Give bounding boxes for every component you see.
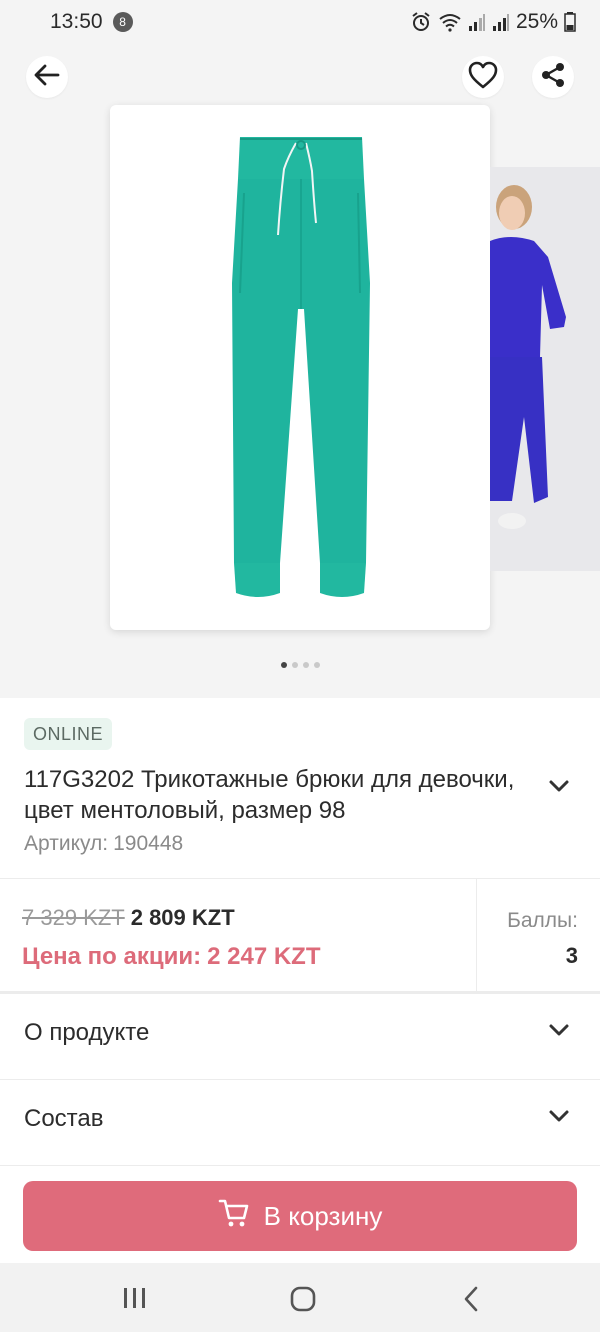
product-gallery[interactable] xyxy=(0,44,600,698)
add-to-cart-button[interactable]: В корзину xyxy=(23,1181,577,1251)
pagination-dot[interactable] xyxy=(302,662,309,668)
accordion-composition-label: Состав xyxy=(24,1105,104,1132)
heart-icon xyxy=(467,60,499,95)
add-to-cart-label: В корзину xyxy=(263,1200,383,1231)
article-value: 190448 xyxy=(113,832,184,855)
current-price: 2 809 KZT xyxy=(130,905,235,930)
wifi-icon xyxy=(438,12,462,32)
old-price: 7 329 KZT xyxy=(22,905,125,930)
cart-icon xyxy=(218,1197,250,1236)
favorite-button[interactable] xyxy=(462,56,504,98)
pagination-dot-active[interactable] xyxy=(280,662,287,668)
signal-icon-1 xyxy=(468,12,486,32)
online-badge: ONLINE xyxy=(24,718,113,750)
recent-apps-icon[interactable] xyxy=(122,1286,148,1315)
article-label: Артикул: xyxy=(24,832,109,855)
points-label: Баллы: xyxy=(507,909,578,932)
points-value: 3 xyxy=(565,943,578,968)
promo-price: 2 247 KZT xyxy=(207,943,321,970)
product-article: Артикул: 190448 xyxy=(24,832,183,856)
promo-label: Цена по акции: xyxy=(22,943,202,970)
arrow-left-icon xyxy=(32,60,62,95)
status-left: 13:50 8 xyxy=(50,10,133,34)
product-title: 117G3202 Трикотажные брюки для девочки, … xyxy=(24,766,515,824)
signal-icon-2 xyxy=(492,12,510,32)
accordion-composition[interactable]: Состав xyxy=(0,1080,600,1166)
product-info: ONLINE 117G3202 Трикотажные брюки для де… xyxy=(0,698,600,878)
status-time: 13:50 xyxy=(50,10,103,33)
product-image-main[interactable] xyxy=(110,105,490,630)
battery-percent: 25% xyxy=(515,10,558,33)
nav-back-icon[interactable] xyxy=(462,1286,482,1317)
product-image-next[interactable] xyxy=(490,167,600,571)
pagination-dot[interactable] xyxy=(291,662,298,668)
points-block: Баллы: 3 xyxy=(507,909,578,969)
price-block: 7 329 KZT 2 809 KZT Цена по акции: 2 247 K… xyxy=(22,905,321,971)
chevron-down-icon xyxy=(548,1022,570,1043)
chevron-down-icon xyxy=(548,1108,570,1129)
system-nav-bar xyxy=(0,1263,600,1332)
share-button[interactable] xyxy=(532,56,574,98)
chevron-down-icon[interactable] xyxy=(548,778,570,799)
price-divider xyxy=(476,879,477,992)
home-icon[interactable] xyxy=(290,1286,316,1317)
model-image xyxy=(490,167,600,571)
back-button[interactable] xyxy=(26,56,68,98)
status-right: 25% xyxy=(410,10,576,34)
notification-count-badge: 8 xyxy=(112,12,133,32)
price-section: 7 329 KZT 2 809 KZT Цена по акции: 2 247 K… xyxy=(0,878,600,994)
promo-price-line: Цена по акции: 2 247 KZT xyxy=(22,943,321,971)
accordion-about-label: О продукте xyxy=(24,1019,150,1046)
gallery-pagination xyxy=(0,662,600,668)
pagination-dot[interactable] xyxy=(313,662,320,668)
alarm-icon xyxy=(410,11,432,33)
status-bar: 13:50 8 25% xyxy=(0,0,600,44)
pants-image xyxy=(232,136,370,597)
battery-icon xyxy=(564,12,576,32)
accordion-about-product[interactable]: О продукте xyxy=(0,994,600,1080)
share-icon xyxy=(539,61,567,94)
